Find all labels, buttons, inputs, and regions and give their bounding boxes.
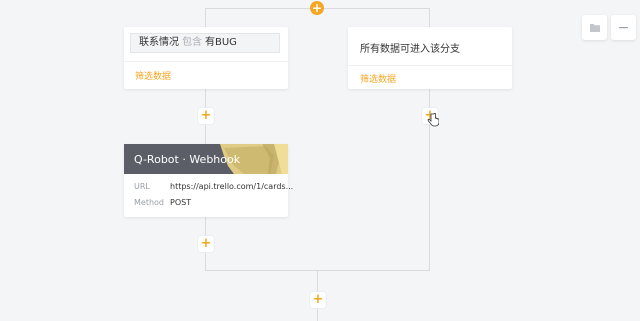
branch-card[interactable]: 所有数据可进入该分支 筛选数据 — [348, 27, 512, 89]
card-divider — [124, 61, 288, 62]
folder-icon — [589, 24, 600, 32]
method-label: Method — [134, 198, 165, 207]
url-label: URL — [134, 182, 150, 191]
card-divider — [348, 65, 512, 66]
add-node-button-bottom[interactable]: + — [309, 291, 327, 309]
folder-button[interactable] — [582, 15, 607, 40]
branch-description: 所有数据可进入该分支 — [360, 44, 460, 55]
webhook-title: Q-Robot · Webhook — [134, 153, 241, 166]
filter-data-link[interactable]: 筛选数据 — [360, 72, 396, 85]
add-node-button-left-top[interactable]: + — [197, 107, 215, 125]
url-value: https://api.trello.com/1/cards... — [170, 182, 294, 191]
webhook-card[interactable]: Q-Robot · Webhook URL https://api.trello… — [124, 144, 293, 217]
condition-card[interactable]: 联系情况 包含 有BUG 筛选数据 — [124, 27, 288, 89]
minus-icon: − — [617, 19, 630, 36]
condition-value: 有BUG — [205, 37, 237, 48]
add-branch-button[interactable]: + — [310, 1, 324, 15]
condition-operator: 包含 — [182, 37, 202, 48]
condition-field: 联系情况 — [139, 37, 179, 48]
method-value: POST — [170, 198, 192, 207]
filter-data-link[interactable]: 筛选数据 — [135, 69, 171, 82]
collapse-button[interactable]: − — [611, 15, 636, 40]
hand-cursor-icon — [427, 113, 439, 127]
add-node-button-left-bottom[interactable]: + — [197, 235, 215, 253]
condition-box[interactable]: 联系情况 包含 有BUG — [130, 33, 280, 53]
webhook-header: Q-Robot · Webhook — [124, 144, 288, 174]
